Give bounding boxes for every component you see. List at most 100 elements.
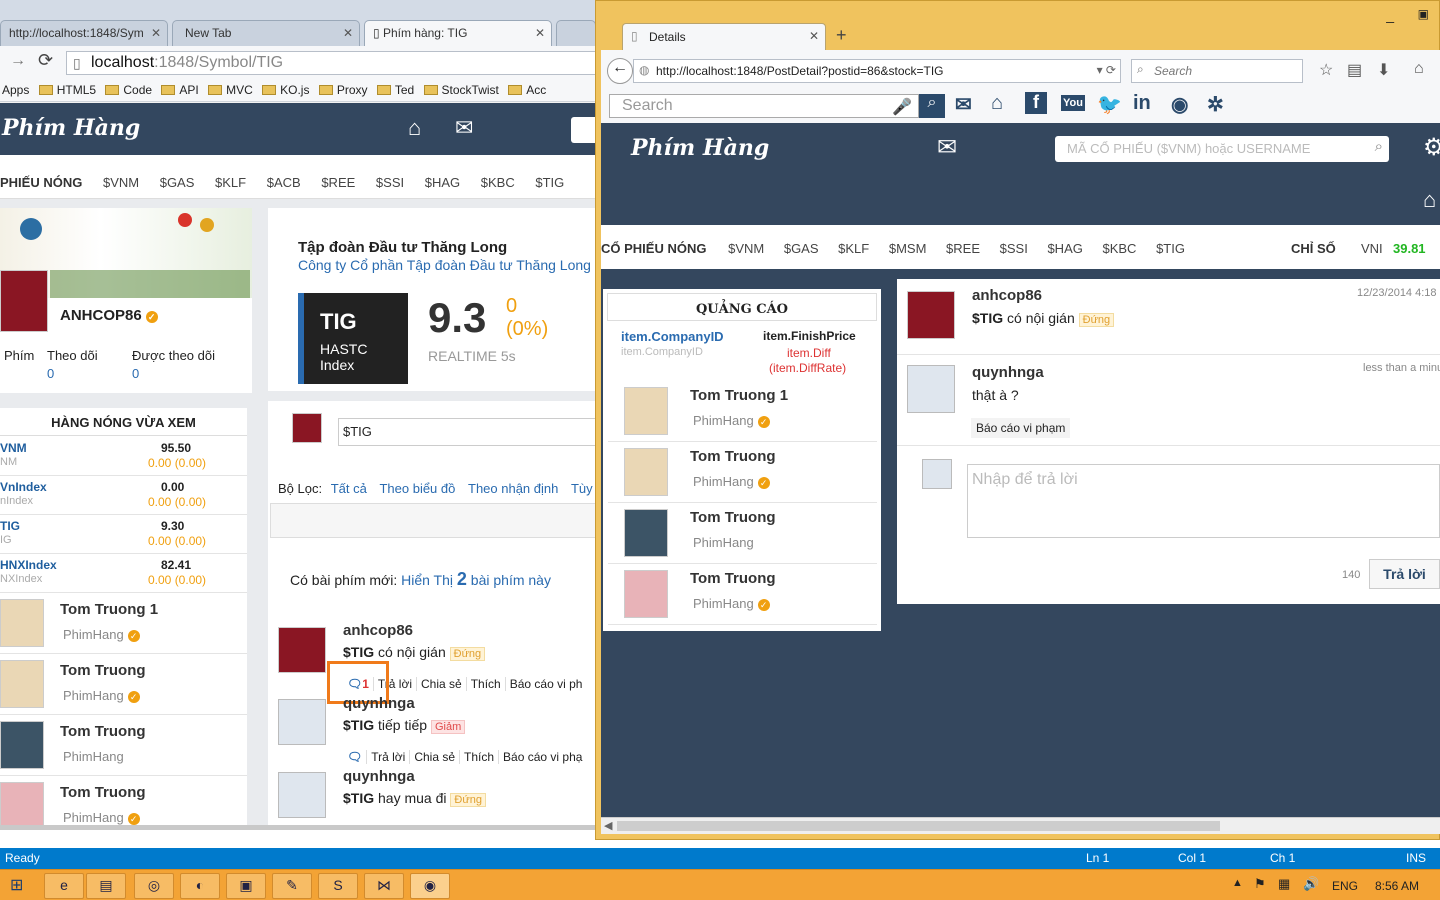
flag-icon[interactable]: ⚑ xyxy=(1254,876,1266,892)
mail-icon[interactable]: ✉ xyxy=(455,115,473,141)
bookmark-item[interactable]: Acc xyxy=(508,83,546,97)
ad-company[interactable]: item.CompanyID xyxy=(621,329,724,344)
comment-button[interactable]: 🗨 xyxy=(343,750,366,764)
user-row[interactable]: Tom Truong 1 PhimHang ✓ xyxy=(0,593,247,654)
reddit-icon[interactable]: ◉ xyxy=(1171,92,1188,117)
chrome-tab-1[interactable]: http://localhost:1848/Sym ✕ xyxy=(0,20,168,46)
stat-value[interactable]: 0 xyxy=(132,366,139,381)
avatar[interactable] xyxy=(292,413,322,443)
ticker-link[interactable]: $KBC xyxy=(481,175,515,190)
search-icon[interactable]: ⌕ xyxy=(919,94,945,118)
ticker-link[interactable]: $TIG xyxy=(535,175,564,190)
bookmark-item[interactable]: HTML5 xyxy=(38,83,96,97)
avatar[interactable] xyxy=(0,782,44,825)
close-icon[interactable]: ✕ xyxy=(809,29,819,43)
horizontal-scrollbar[interactable] xyxy=(0,825,596,830)
facebook-icon[interactable]: f xyxy=(1025,92,1047,114)
visual-studio-icon[interactable]: ⋈ xyxy=(364,873,404,899)
mail-client-icon[interactable]: ◐ xyxy=(180,873,220,899)
avatar[interactable] xyxy=(278,699,326,745)
site-search-input[interactable]: MÃ CỔ PHIẾU ($VNM) hoặc USERNAME ⌕ xyxy=(1055,136,1389,162)
forward-icon[interactable]: → xyxy=(10,52,26,70)
report-button[interactable]: Báo cáo vi phạ xyxy=(498,750,586,764)
filter-other[interactable]: Tùy xyxy=(571,481,593,496)
reply-submit-button[interactable]: Trả lời xyxy=(1369,559,1440,589)
clock[interactable]: 8:56 AM xyxy=(1375,879,1419,893)
filter-opinion[interactable]: Theo nhận định xyxy=(468,481,558,496)
like-button[interactable]: Thích xyxy=(465,677,505,691)
avatar[interactable] xyxy=(907,365,955,413)
profile-name[interactable]: ANHCOP86 ✓ xyxy=(60,307,158,324)
report-button[interactable]: Báo cáo vi ph xyxy=(504,677,587,691)
maximize-icon[interactable]: ▣ xyxy=(1418,7,1429,21)
bookmark-item[interactable]: KO.js xyxy=(262,83,309,97)
new-tab-icon[interactable]: + xyxy=(836,25,847,46)
avatar[interactable] xyxy=(0,660,44,708)
watchlist-row[interactable]: VnIndex nIndex 0.00 0.00 (0.00) xyxy=(0,476,247,515)
close-icon[interactable]: ✕ xyxy=(535,26,545,40)
site-logo[interactable]: Phím Hàng xyxy=(631,135,769,161)
ff-tab-details[interactable]: ▯ Details ✕ xyxy=(622,23,826,50)
ff-horizontal-scrollbar[interactable]: ◀ xyxy=(601,817,1440,834)
remote-desktop-icon[interactable]: ▣ xyxy=(226,873,266,899)
share-button[interactable]: Chia sẻ xyxy=(416,677,466,691)
ticker-link[interactable]: $TIG xyxy=(1156,241,1185,256)
bookmark-item[interactable]: StockTwist xyxy=(423,83,499,97)
ticker-link[interactable]: $HAG xyxy=(425,175,460,190)
avatar[interactable] xyxy=(624,448,668,496)
post-user[interactable]: anhcop86 xyxy=(343,622,413,639)
avatar[interactable] xyxy=(624,570,668,618)
volume-icon[interactable]: 🔊 xyxy=(1303,876,1319,892)
filter-all[interactable]: Tất cả xyxy=(331,481,367,496)
linkedin-icon[interactable]: in xyxy=(1133,92,1151,115)
compose-input[interactable]: $TIG xyxy=(338,418,596,446)
ticker-link[interactable]: $REE xyxy=(321,175,355,190)
chrome-icon[interactable]: ◎ xyxy=(134,873,174,899)
download-icon[interactable]: ⬇ xyxy=(1377,60,1390,80)
mail-icon[interactable]: ✉ xyxy=(955,92,972,117)
user-row[interactable]: Tom Truong PhimHang xyxy=(608,503,877,564)
ticker-link[interactable]: $VNM xyxy=(103,175,139,190)
like-button[interactable]: Thích xyxy=(459,750,498,764)
ticker-link[interactable]: $SSI xyxy=(1000,241,1028,256)
user-row[interactable]: Tom Truong PhimHang ✓ xyxy=(0,776,247,825)
bookmark-item[interactable]: Proxy xyxy=(318,83,368,97)
post-user[interactable]: quynhnga xyxy=(343,768,415,785)
ticker-link[interactable]: $KLF xyxy=(215,175,246,190)
ff-address-bar[interactable]: ◍ http://localhost:1848/PostDetail?postid… xyxy=(633,59,1121,83)
scroll-left-icon[interactable]: ◀ xyxy=(604,819,612,832)
ticker-link[interactable]: $KLF xyxy=(838,241,869,256)
post-user[interactable]: anhcop86 xyxy=(972,287,1042,304)
bookmark-item[interactable]: API xyxy=(161,83,199,97)
user-row[interactable]: Tom Truong 1 PhimHang ✓ xyxy=(608,381,877,442)
watchlist-row[interactable]: VNM NM 95.50 0.00 (0.00) xyxy=(0,437,247,476)
avatar[interactable] xyxy=(922,459,952,489)
bookmark-item[interactable]: Code xyxy=(105,83,152,97)
avatar[interactable] xyxy=(907,291,955,339)
close-icon[interactable]: ✕ xyxy=(151,26,161,40)
ticker-link[interactable]: $ACB xyxy=(267,175,301,190)
gear-icon[interactable]: ⚙ xyxy=(1423,133,1440,162)
home-icon[interactable]: ⌂ xyxy=(1423,187,1436,213)
mail-icon[interactable]: ✉ xyxy=(937,133,957,162)
user-row[interactable]: Tom Truong PhimHang ✓ xyxy=(0,654,247,715)
site-logo[interactable]: Phím Hàng xyxy=(2,115,140,141)
user-row[interactable]: Tom Truong PhimHang xyxy=(0,715,247,776)
youtube-icon[interactable]: You xyxy=(1061,95,1085,111)
post-user[interactable]: quynhnga xyxy=(343,695,415,712)
reading-list-icon[interactable]: ▤ xyxy=(1347,60,1362,80)
stat-value[interactable]: 0 xyxy=(47,366,54,381)
avatar[interactable] xyxy=(624,387,668,435)
microphone-icon[interactable]: 🎤 xyxy=(892,97,912,117)
filter-chart[interactable]: Theo biểu đồ xyxy=(379,481,455,496)
network-icon[interactable]: ▦ xyxy=(1278,876,1290,892)
avatar[interactable] xyxy=(0,270,48,332)
page-search-input[interactable]: Search 🎤 xyxy=(609,94,919,118)
watchlist-row[interactable]: HNXIndex NXIndex 82.41 0.00 (0.00) xyxy=(0,554,247,593)
avatar[interactable] xyxy=(278,772,326,818)
reload-icon[interactable]: ⟳ xyxy=(38,50,53,71)
bookmark-apps[interactable]: Apps xyxy=(2,83,29,97)
share-button[interactable]: Chia sẻ xyxy=(409,750,459,764)
twitter-icon[interactable]: 🐦 xyxy=(1097,92,1122,117)
ticker-link[interactable]: $VNM xyxy=(728,241,764,256)
